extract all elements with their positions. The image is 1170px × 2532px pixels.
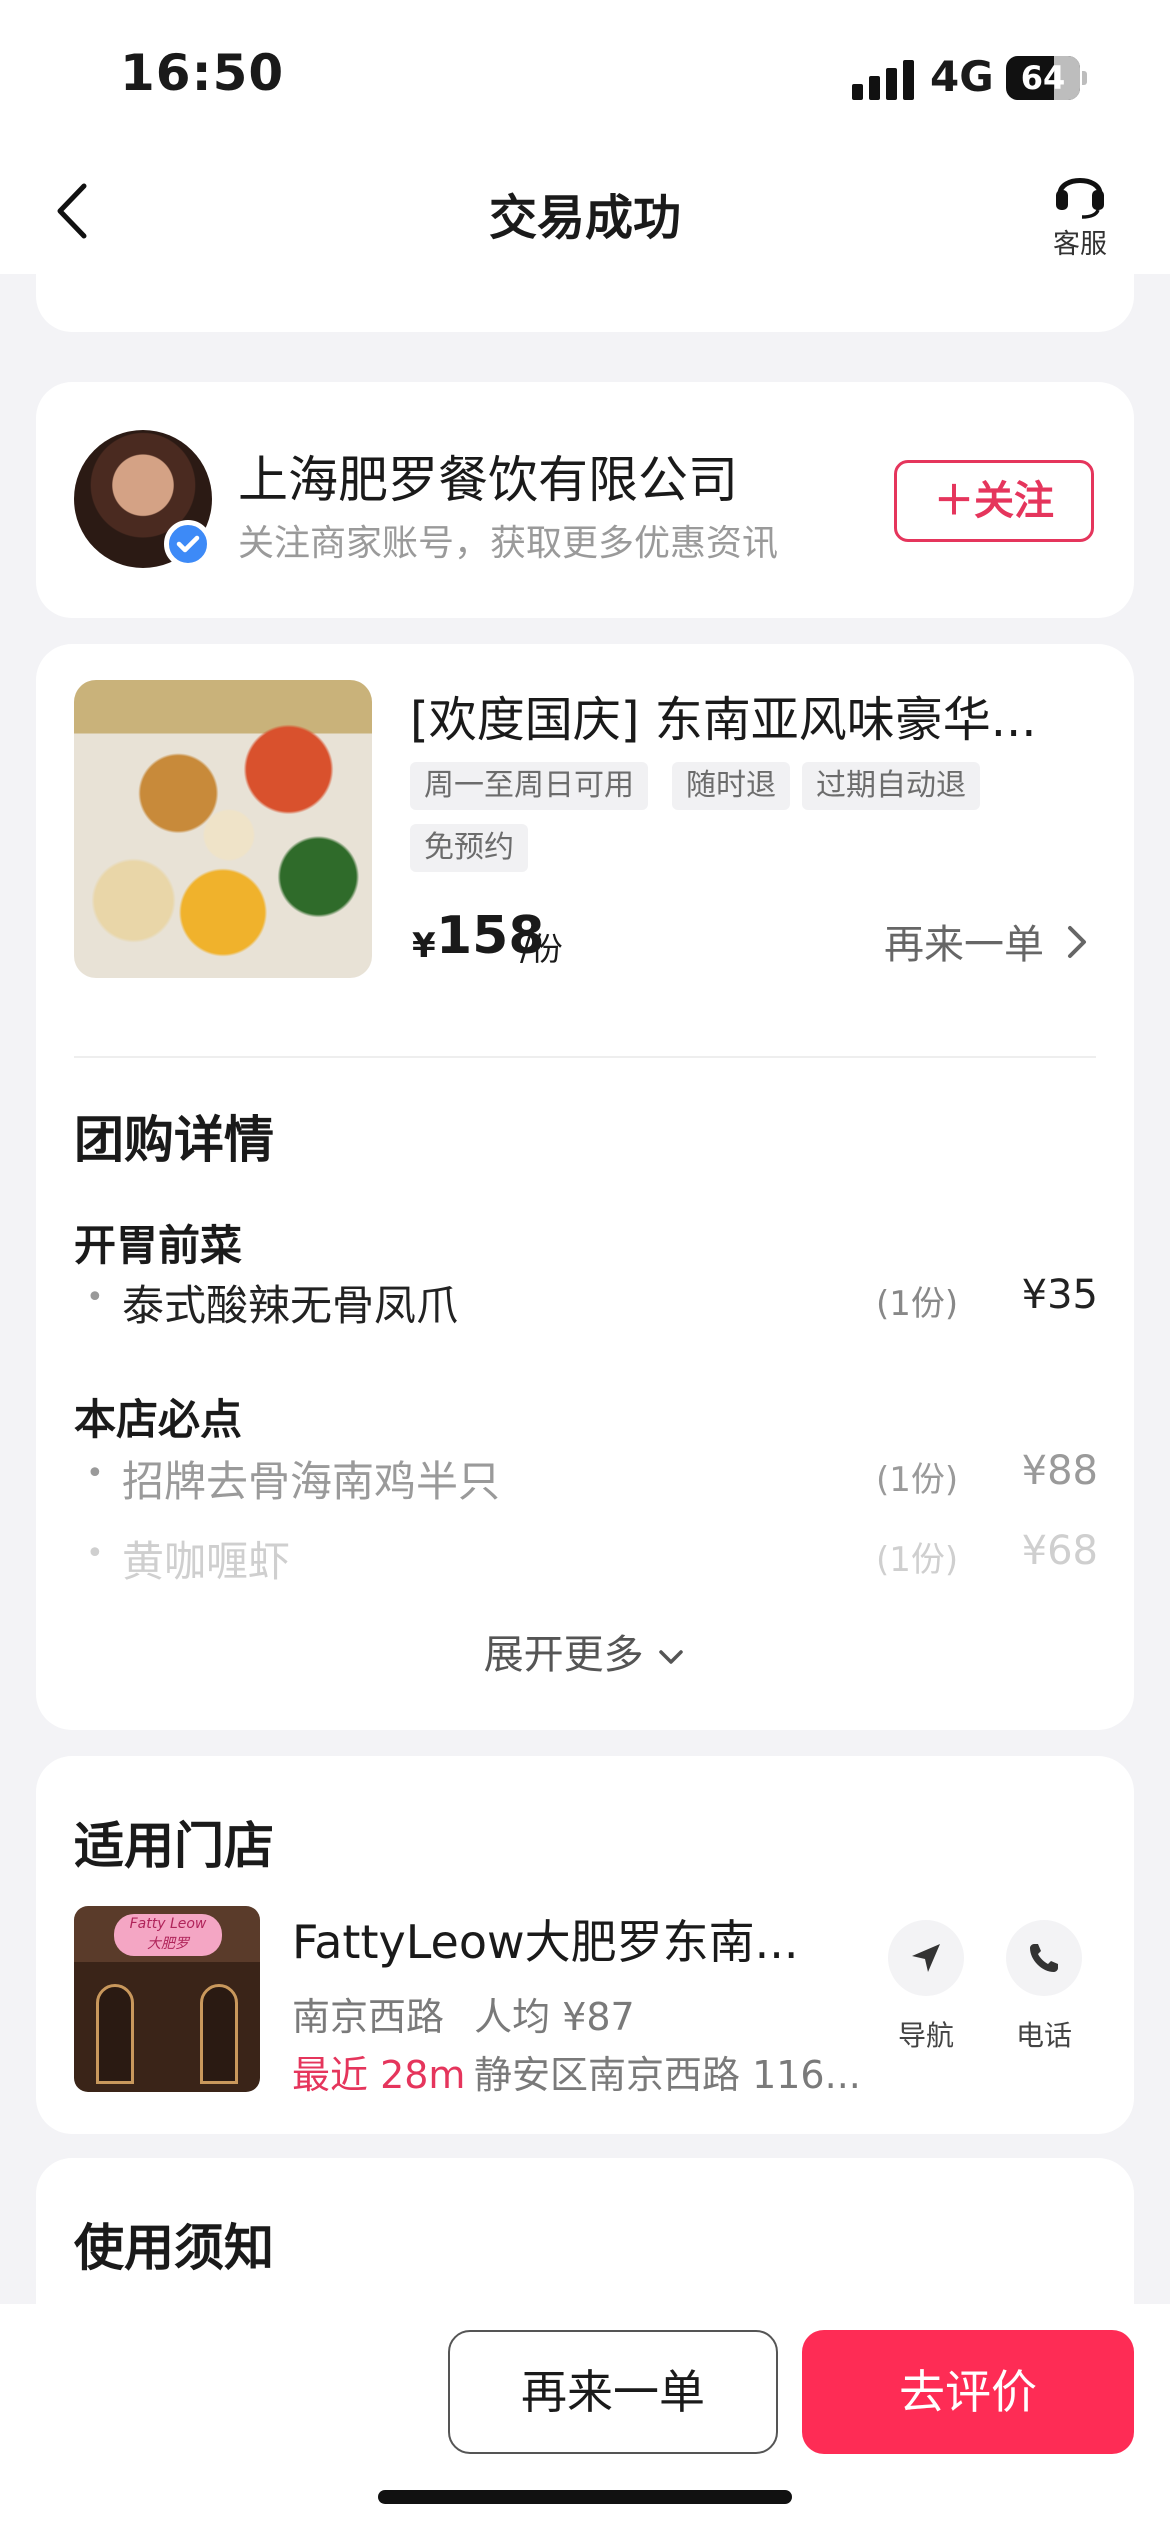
navigate-button[interactable] — [888, 1920, 964, 1996]
page-title: 交易成功 — [488, 190, 681, 246]
merchant-subtitle: 关注商家账号，获取更多优惠资讯 — [238, 523, 779, 564]
deal-tag: 过期自动退 — [802, 762, 980, 810]
store-meta: 南京西路 人均 ¥87 — [292, 1986, 635, 2041]
chevron-right-icon[interactable] — [1062, 922, 1092, 962]
store-distance: 最近 28m — [292, 2053, 466, 2097]
store-card: 适用门店 Fatty Leow 大肥罗 FattyLeow大肥罗东南... 南京… — [36, 1756, 1134, 2134]
merchant-card: 上海肥罗餐饮有限公司 关注商家账号，获取更多优惠资讯 ＋关注 — [36, 382, 1134, 618]
merchant-name[interactable]: 上海肥罗餐饮有限公司 — [238, 440, 738, 512]
network-type: 4G — [930, 52, 994, 101]
home-indicator — [378, 2490, 792, 2504]
phone-button[interactable] — [1006, 1920, 1082, 1996]
store-avg-price: 人均 ¥87 — [474, 1995, 635, 2039]
price-symbol: ¥ — [412, 926, 436, 966]
deal-image[interactable] — [74, 680, 372, 978]
store-image[interactable]: Fatty Leow 大肥罗 — [74, 1906, 260, 2092]
follow-button[interactable]: ＋关注 — [894, 460, 1094, 542]
store-sign: Fatty Leow 大肥罗 — [114, 1914, 222, 1956]
item-qty: (1份) — [876, 1284, 959, 1324]
list-item: • 泰式酸辣无骨凤爪 (1份) ¥35 — [36, 1262, 1134, 1342]
verified-icon — [164, 520, 212, 568]
expand-more-button[interactable]: 展开更多 — [36, 1622, 1134, 1680]
list-item: • 招牌去骨海南鸡半只 (1份) ¥88 — [36, 1438, 1134, 1518]
chevron-down-icon — [659, 1650, 684, 1664]
deal-title[interactable]: [欢度国庆] 东南亚风味豪华... — [410, 680, 1100, 750]
list-item: • 黄咖喱虾 (1份) ¥68 — [36, 1518, 1134, 1598]
store-section-title: 适用门店 — [74, 1817, 274, 1875]
bottom-action-bar: 再来一单 去评价 — [0, 2304, 1170, 2532]
store-sign-text: Fatty Leow — [129, 1916, 207, 1932]
store-sign-sub: 大肥罗 — [147, 1936, 189, 1952]
reorder-link[interactable]: 再来一单 — [884, 912, 1044, 970]
item-price: ¥88 — [1021, 1448, 1098, 1494]
deal-tag: 随时退 — [672, 762, 790, 810]
phone-label: 电话 — [1015, 2019, 1072, 2052]
location-arrow-icon — [912, 1944, 940, 1972]
divider — [74, 1056, 1096, 1058]
item-name: 招牌去骨海南鸡半只 — [122, 1457, 501, 1506]
signal-icon — [852, 60, 916, 100]
customer-service-button[interactable]: 客服 — [1040, 160, 1120, 260]
expand-label: 展开更多 — [483, 1632, 644, 1678]
store-address: 静安区南京西路 116... — [474, 2053, 861, 2097]
item-price: ¥68 — [1021, 1528, 1098, 1574]
status-bar: 16:50 4G 64 — [0, 0, 1170, 140]
item-qty: (1份) — [876, 1460, 959, 1500]
item-name: 泰式酸辣无骨凤爪 — [122, 1281, 459, 1330]
navigate-label: 导航 — [897, 2019, 954, 2052]
battery-icon: 64 — [1006, 56, 1087, 100]
reorder-button[interactable]: 再来一单 — [448, 2330, 778, 2454]
deal-tag: 免预约 — [410, 824, 528, 872]
store-area: 南京西路 — [292, 1995, 445, 2039]
battery-level: 64 — [1020, 59, 1066, 97]
deal-card: [欢度国庆] 东南亚风味豪华... 周一至周日可用 随时退 过期自动退 免预约 … — [36, 644, 1134, 1730]
nav-bar: 交易成功 客服 — [0, 140, 1170, 274]
item-qty: (1份) — [876, 1540, 959, 1580]
notice-title: 使用须知 — [74, 2219, 274, 2277]
deal-tag: 周一至周日可用 — [410, 762, 648, 810]
item-price: ¥35 — [1021, 1272, 1098, 1318]
review-button[interactable]: 去评价 — [802, 2330, 1134, 2454]
item-name: 黄咖喱虾 — [122, 1537, 291, 1586]
service-label: 客服 — [1053, 229, 1107, 260]
status-time: 16:50 — [120, 44, 285, 102]
details-title: 团购详情 — [74, 1111, 274, 1169]
headset-icon — [1056, 178, 1104, 219]
store-name[interactable]: FattyLeow大肥罗东南... — [292, 1906, 852, 1972]
price-unit: /份 — [520, 930, 563, 968]
phone-icon — [1030, 1944, 1058, 1972]
